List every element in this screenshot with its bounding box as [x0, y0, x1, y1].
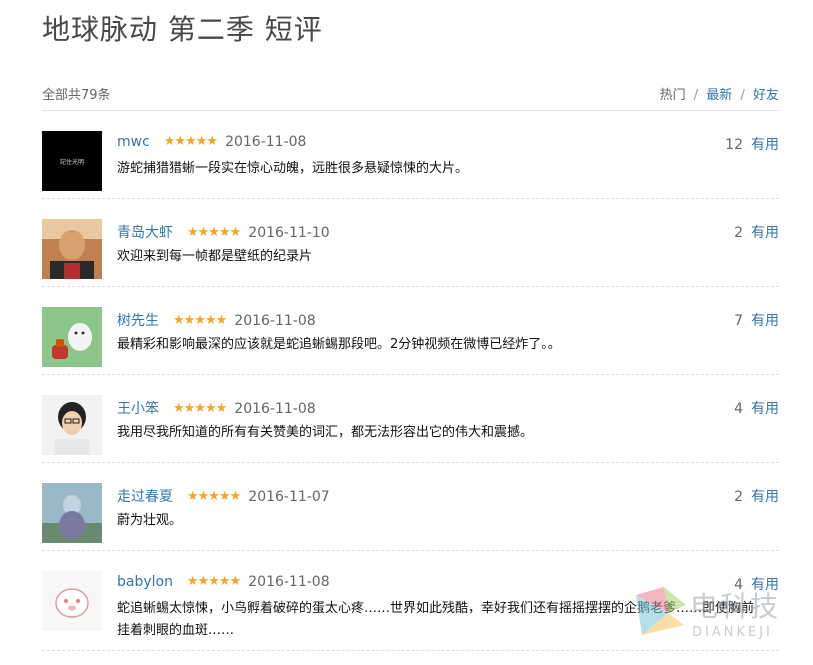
review-username[interactable]: 树先生: [117, 313, 159, 329]
avatar[interactable]: [42, 395, 102, 455]
review-votes: 2 有用: [734, 222, 779, 242]
watermark-logo: 电科技 DIANKEJI: [634, 585, 794, 655]
useful-button[interactable]: 有用: [751, 489, 779, 505]
vote-count: 2: [734, 225, 743, 241]
review-votes: 12 有用: [725, 134, 779, 154]
review-item: 树先生 ★★★★★ 2016-11-08 7 有用 最精彩和影响最深的应该就是蛇追蜥蜴…: [42, 287, 779, 375]
review-meta: babylon ★★★★★ 2016-11-08: [117, 574, 330, 590]
useful-button[interactable]: 有用: [751, 137, 779, 153]
review-date: 2016-11-08: [234, 313, 316, 329]
review-meta: 走过春夏 ★★★★★ 2016-11-07: [117, 486, 330, 506]
star-rating: ★★★★★: [163, 134, 218, 149]
review-date: 2016-11-07: [248, 489, 330, 505]
review-meta: 王小笨 ★★★★★ 2016-11-08: [117, 398, 316, 418]
review-meta: mwc ★★★★★ 2016-11-08: [117, 134, 306, 150]
sort-tabs: 热门 / 最新 / 好友: [660, 84, 779, 103]
page-title: 地球脉动 第二季 短评: [42, 13, 323, 46]
review-username[interactable]: 青岛大虾: [117, 225, 173, 241]
review-meta: 树先生 ★★★★★ 2016-11-08: [117, 310, 316, 330]
vote-count: 4: [734, 401, 743, 417]
avatar[interactable]: [42, 571, 102, 631]
tab-separator: /: [740, 88, 745, 103]
useful-button[interactable]: 有用: [751, 225, 779, 241]
review-meta: 青岛大虾 ★★★★★ 2016-11-10: [117, 222, 330, 242]
review-text: 蔚为壮观。: [117, 513, 183, 528]
review-username[interactable]: 走过春夏: [117, 489, 173, 505]
vote-count: 7: [734, 313, 743, 329]
review-total-count: 全部共79条: [42, 88, 111, 103]
review-votes: 7 有用: [734, 310, 779, 330]
review-username[interactable]: mwc: [117, 134, 150, 150]
tab-latest[interactable]: 最新: [706, 88, 732, 103]
avatar[interactable]: [42, 219, 102, 279]
useful-button[interactable]: 有用: [751, 313, 779, 329]
tab-separator: /: [693, 88, 699, 103]
star-rating: ★★★★★: [187, 489, 241, 504]
review-summary-bar: 全部共79条 热门 / 最新 / 好友: [42, 82, 779, 111]
review-date: 2016-11-08: [225, 134, 307, 150]
vote-count: 12: [725, 137, 743, 153]
avatar[interactable]: 記住光明: [42, 131, 102, 191]
review-item: 走过春夏 ★★★★★ 2016-11-07 2 有用 蔚为壮观。: [42, 463, 779, 551]
avatar-caption: 記住光明: [60, 158, 84, 166]
review-text: 最精彩和影响最深的应该就是蛇追蜥蜴那段吧。2分钟视频在微博已经炸了。。: [117, 337, 561, 352]
review-item: 青岛大虾 ★★★★★ 2016-11-10 2 有用 欢迎来到每一帧都是壁纸的纪录片: [42, 199, 779, 287]
tab-friends[interactable]: 好友: [753, 88, 779, 103]
review-text: 欢迎来到每一帧都是壁纸的纪录片: [117, 249, 313, 264]
review-date: 2016-11-10: [248, 225, 330, 241]
review-date: 2016-11-08: [248, 574, 330, 590]
review-votes: 4 有用: [734, 398, 779, 418]
review-username[interactable]: babylon: [117, 574, 173, 590]
star-rating: ★★★★★: [173, 313, 227, 328]
review-text: 游蛇捕猎猎蜥一段实在惊心动魄，远胜很多悬疑惊悚的大片。: [117, 161, 469, 176]
watermark-icon: [636, 587, 686, 635]
avatar[interactable]: [42, 307, 102, 367]
review-votes: 2 有用: [734, 486, 779, 506]
vote-count: 2: [734, 489, 743, 505]
star-rating: ★★★★★: [187, 225, 241, 240]
review-item: 王小笨 ★★★★★ 2016-11-08 4 有用 我用尽我所知道的所有有关赞美的词汇…: [42, 375, 779, 463]
review-list: 記住光明 mwc ★★★★★ 2016-11-08 12 有用 游蛇捕猎猎蜥一段实在惊…: [42, 111, 779, 651]
watermark-subtext: DIANKEJI: [692, 625, 773, 640]
star-rating: ★★★★★: [173, 401, 227, 416]
watermark-text: 电科技: [690, 590, 781, 623]
review-item: 記住光明 mwc ★★★★★ 2016-11-08 12 有用 游蛇捕猎猎蜥一段实在惊…: [42, 111, 779, 199]
review-username[interactable]: 王小笨: [117, 401, 159, 417]
useful-button[interactable]: 有用: [751, 401, 779, 417]
avatar[interactable]: [42, 483, 102, 543]
tab-hot[interactable]: 热门: [660, 88, 686, 103]
review-date: 2016-11-08: [234, 401, 316, 417]
star-rating: ★★★★★: [186, 574, 241, 589]
review-text: 我用尽我所知道的所有有关赞美的词汇，都无法形容出它的伟大和震撼。: [117, 425, 534, 440]
